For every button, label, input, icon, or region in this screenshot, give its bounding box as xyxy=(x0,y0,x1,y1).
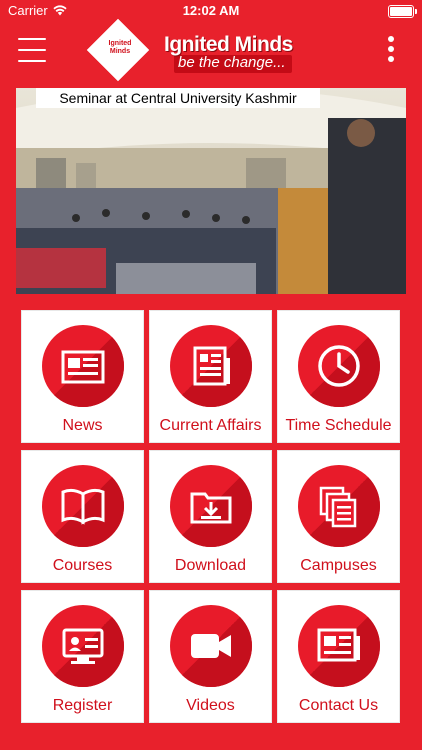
tile-label: Current Affairs xyxy=(159,417,262,434)
app-tagline: be the change... xyxy=(178,54,286,71)
tile-current-affairs[interactable]: Current Affairs xyxy=(149,310,272,443)
tile-label: Time Schedule xyxy=(285,417,392,434)
open-book-icon xyxy=(61,488,105,525)
tile-time-schedule[interactable]: Time Schedule xyxy=(277,310,400,443)
document-list-icon xyxy=(193,346,230,386)
tile-circle xyxy=(170,605,252,687)
download-folder-icon xyxy=(190,492,232,524)
tile-circle xyxy=(170,325,252,407)
hero-caption: Seminar at Central University Kashmir xyxy=(36,88,320,108)
tile-label: Campuses xyxy=(300,557,377,574)
tile-circle xyxy=(170,465,252,547)
tile-label: Contact Us xyxy=(298,697,379,714)
seminar-photo xyxy=(16,88,406,294)
clock-time: 12:02 AM xyxy=(182,3,240,18)
clock-icon xyxy=(318,345,360,387)
id-card-monitor-icon xyxy=(62,628,104,664)
more-options-icon[interactable] xyxy=(388,36,396,66)
tile-videos[interactable]: Videos xyxy=(149,590,272,723)
menu-grid: News Current Affairs Time Schedule Cours… xyxy=(21,310,401,728)
tile-label: Download xyxy=(174,557,247,574)
tile-circle xyxy=(42,325,124,407)
status-bar: Carrier 12:02 AM xyxy=(0,0,422,22)
tile-campuses[interactable]: Campuses xyxy=(277,450,400,583)
tile-circle xyxy=(298,325,380,407)
top-navbar: Ignited Minds Ignited Minds be the chang… xyxy=(0,18,422,82)
logo-mark-text: Ignited Minds xyxy=(108,40,132,55)
tile-circle xyxy=(298,465,380,547)
tile-label: News xyxy=(62,417,103,434)
tile-circle xyxy=(42,605,124,687)
video-camera-icon xyxy=(191,634,231,658)
tile-download[interactable]: Download xyxy=(149,450,272,583)
newspaper-icon xyxy=(61,350,105,384)
tile-circle xyxy=(298,605,380,687)
tile-label: Videos xyxy=(186,697,235,714)
tile-register[interactable]: Register xyxy=(21,590,144,723)
hamburger-menu-icon[interactable] xyxy=(18,38,46,64)
hero-banner: Seminar at Central University Kashmir xyxy=(16,88,406,294)
tile-contact-us[interactable]: Contact Us xyxy=(277,590,400,723)
battery-icon xyxy=(388,5,417,18)
documents-stack-icon xyxy=(319,486,357,528)
tile-circle xyxy=(42,465,124,547)
tile-courses[interactable]: Courses xyxy=(21,450,144,583)
app-logo: Ignited Minds Ignited Minds be the chang… xyxy=(86,18,304,82)
tile-news[interactable]: News xyxy=(21,310,144,443)
contact-card-icon xyxy=(317,628,360,662)
tile-label: Courses xyxy=(52,557,113,574)
tile-label: Register xyxy=(52,697,113,714)
